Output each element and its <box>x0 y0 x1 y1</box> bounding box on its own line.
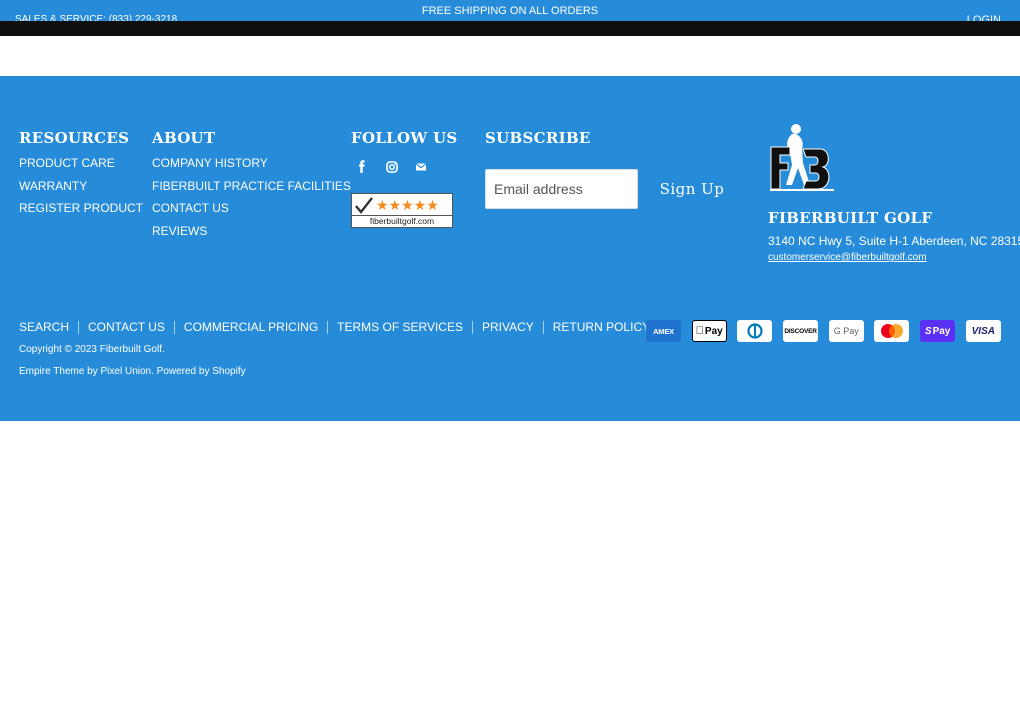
divider <box>471 320 473 334</box>
amex-icon: AMEX <box>646 320 681 342</box>
discover-icon: DISCOVER <box>783 320 819 342</box>
apple-pay-icon: Pay <box>691 320 727 342</box>
brand-name: FIBERBUILT GOLF <box>768 209 933 227</box>
bottom-link-search[interactable]: SEARCH <box>19 320 69 334</box>
divider <box>327 320 329 334</box>
visa-icon: VISA <box>965 320 1001 342</box>
bottom-link-return-policy[interactable]: RETURN POLICY <box>553 320 650 334</box>
footer-link-warranty[interactable]: WARRANTY <box>19 179 87 193</box>
site-footer: RESOURCES PRODUCT CARE WARRANTY REGISTER… <box>0 76 1020 421</box>
newsletter-email-input[interactable] <box>485 169 638 209</box>
theme-credit: Empire Theme by Pixel Union. Powered by … <box>19 366 246 377</box>
bottom-link-terms-of-services[interactable]: TERMS OF SERVICES <box>337 320 463 334</box>
footer-link-company-history[interactable]: COMPANY HISTORY <box>152 156 268 170</box>
copyright-text: Copyright © 2023 Fiberbuilt Golf. <box>19 344 165 355</box>
follow-us-heading: FOLLOW US <box>351 129 458 147</box>
email-icon[interactable] <box>413 159 429 175</box>
payment-methods: AMEX Pay DISCOVER G Pay SPay VISA <box>646 320 1001 342</box>
bottom-link-privacy[interactable]: PRIVACY <box>482 320 534 334</box>
announcement-bar: SALES & SERVICE: (833) 229-3218 FREE SHI… <box>0 0 1020 26</box>
divider <box>173 320 175 334</box>
review-badge-site: fiberbuiltgolf.com <box>352 215 452 227</box>
divider <box>542 320 544 334</box>
star-rating: ★★★★★ <box>376 197 439 213</box>
customer-service-email-link[interactable]: customerservice@fiberbuiltgolf.com <box>768 252 927 263</box>
about-heading: ABOUT <box>152 129 216 147</box>
bottom-link-contact-us[interactable]: CONTACT US <box>88 320 165 334</box>
resources-heading: RESOURCES <box>19 129 130 147</box>
subscribe-heading: SUBSCRIBE <box>485 129 591 147</box>
mastercard-icon <box>874 320 910 342</box>
footer-link-register-product[interactable]: REGISTER PRODUCT <box>19 201 143 215</box>
sign-up-button[interactable]: Sign Up <box>652 170 732 208</box>
google-pay-icon: G Pay <box>828 320 864 342</box>
header-bar <box>0 21 1020 36</box>
checkmark-icon <box>354 196 374 216</box>
fiberbuilt-logo[interactable] <box>768 123 836 193</box>
instagram-icon[interactable] <box>384 159 400 175</box>
bottom-link-commercial-pricing[interactable]: COMMERCIAL PRICING <box>184 320 318 334</box>
policy-links: SEARCH CONTACT US COMMERCIAL PRICING TER… <box>19 320 650 334</box>
free-shipping-message: FREE SHIPPING ON ALL ORDERS <box>421 5 599 17</box>
footer-link-contact-us[interactable]: CONTACT US <box>152 201 229 215</box>
footer-link-reviews[interactable]: REVIEWS <box>152 224 207 238</box>
divider <box>78 320 80 334</box>
shop-pay-icon: S Pay <box>920 320 956 342</box>
footer-link-practice-facilities[interactable]: FIBERBUILT PRACTICE FACILITIES <box>152 179 351 193</box>
store-address: 3140 NC Hwy 5, Suite H-1 Aberdeen, NC 28… <box>768 234 1020 248</box>
footer-link-product-care[interactable]: PRODUCT CARE <box>19 156 115 170</box>
diners-club-icon <box>737 320 773 342</box>
customer-reviews-badge[interactable]: ★★★★★ fiberbuiltgolf.com <box>351 193 453 228</box>
facebook-icon[interactable] <box>354 159 370 175</box>
